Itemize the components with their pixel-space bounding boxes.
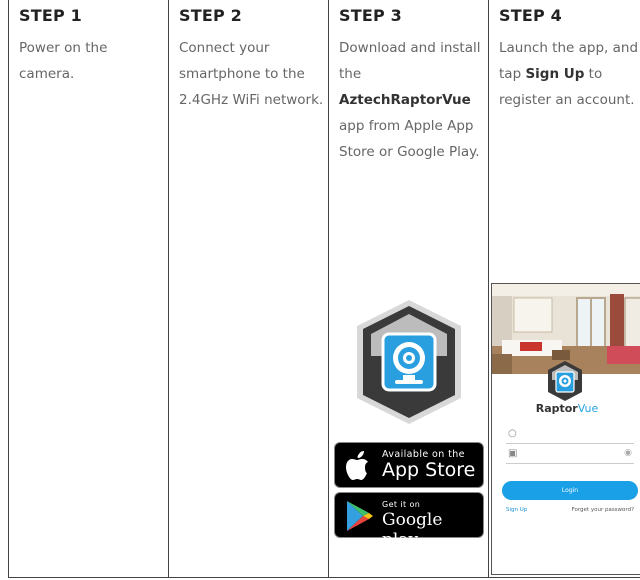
step-3-text-pre: Download and install the [339,40,481,82]
step-4-title: STEP 4 [499,6,562,25]
user-icon: ○ [508,428,517,439]
password-field[interactable]: ▣ ◉ [506,448,634,464]
google-play-icon [347,501,373,531]
step-1-title: STEP 1 [19,6,82,25]
step-4-signup-emphasis: Sign Up [525,66,585,82]
google-play-badge[interactable]: Get it on Google play [334,492,484,550]
step-3-column: STEP 3 Download and install the AztechRa… [328,0,488,578]
google-play-big-text: Google play [382,510,443,550]
step-2-text: Connect your smartphone to the 2.4GHz Wi… [179,40,324,108]
google-play-small-text: Get it on [382,500,421,509]
step-4-text: Launch the app, and tap Sign Up to regis… [499,35,640,113]
eye-icon[interactable]: ◉ [624,448,632,458]
step-2-title: STEP 2 [179,6,242,25]
forgot-password-link[interactable]: Forget your password? [572,507,634,513]
signup-link[interactable]: Sign Up [506,507,527,513]
apple-icon [346,451,368,480]
step-2-column: STEP 2 Connect your smartphone to the 2.… [168,0,328,578]
app-store-big-text: App Store [382,459,476,481]
raptorvue-logo-icon [548,361,582,401]
lock-icon: ▣ [508,448,518,459]
username-field[interactable]: ○ [506,428,634,444]
brand-vue: Vue [577,402,599,415]
raptorvue-brand-text: RaptorVue [492,402,640,415]
brand-raptor: Raptor [535,402,578,415]
step-1-text: Power on the camera. [19,40,108,82]
step-3-app-name: AztechRaptorVue [339,92,471,108]
step-3-title: STEP 3 [339,6,402,25]
login-button[interactable]: Login [502,481,638,500]
step-4-column: STEP 4 Launch the app, and tap Sign Up t… [488,0,640,578]
step-1-column: STEP 1 Power on the camera. [8,0,168,578]
step-3-text-post: app from Apple App Store or Google Play. [339,118,480,160]
app-store-badge[interactable]: Available on the App Store [334,442,484,488]
step-3-text: Download and install the AztechRaptorVue… [339,35,484,165]
raptorvue-app-icon [357,300,461,424]
phone-screenshot: RaptorVue ○ ▣ ◉ Login Sign Up Forget you… [491,283,640,575]
steps-grid: STEP 1 Power on the camera. STEP 2 Conne… [8,0,640,580]
